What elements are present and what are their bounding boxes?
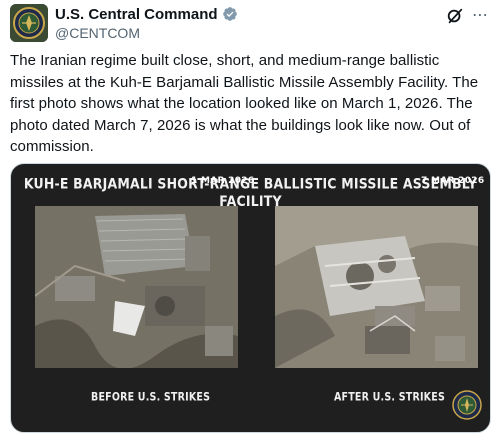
centcom-seal-icon (452, 390, 482, 420)
tweet-header: U.S. Central Command @CENTCOM ⋯ (10, 4, 490, 44)
tweet-text: The Iranian regime built close, short, a… (10, 52, 479, 156)
media-image[interactable]: KUH-E BARJAMALI SHORT-RANGE BALLISTIC MI… (10, 163, 491, 433)
centcom-seal-icon (10, 4, 48, 42)
before-satellite-image (35, 206, 238, 368)
after-date-label: 7 MAR 2026 (421, 176, 485, 186)
after-satellite-image (275, 206, 478, 368)
display-name[interactable]: U.S. Central Command (55, 6, 218, 23)
verified-badge-icon (222, 6, 238, 22)
more-options-icon[interactable]: ⋯ (470, 6, 490, 26)
after-caption: AFTER U.S. STRIKES (334, 390, 445, 405)
grok-icon[interactable] (446, 7, 464, 25)
before-caption: BEFORE U.S. STRIKES (91, 390, 211, 405)
avatar[interactable] (10, 4, 48, 42)
handle[interactable]: @CENTCOM (55, 25, 140, 41)
name-row: U.S. Central Command (55, 5, 238, 23)
before-date-label: 1 MAR 2026 (191, 176, 255, 186)
